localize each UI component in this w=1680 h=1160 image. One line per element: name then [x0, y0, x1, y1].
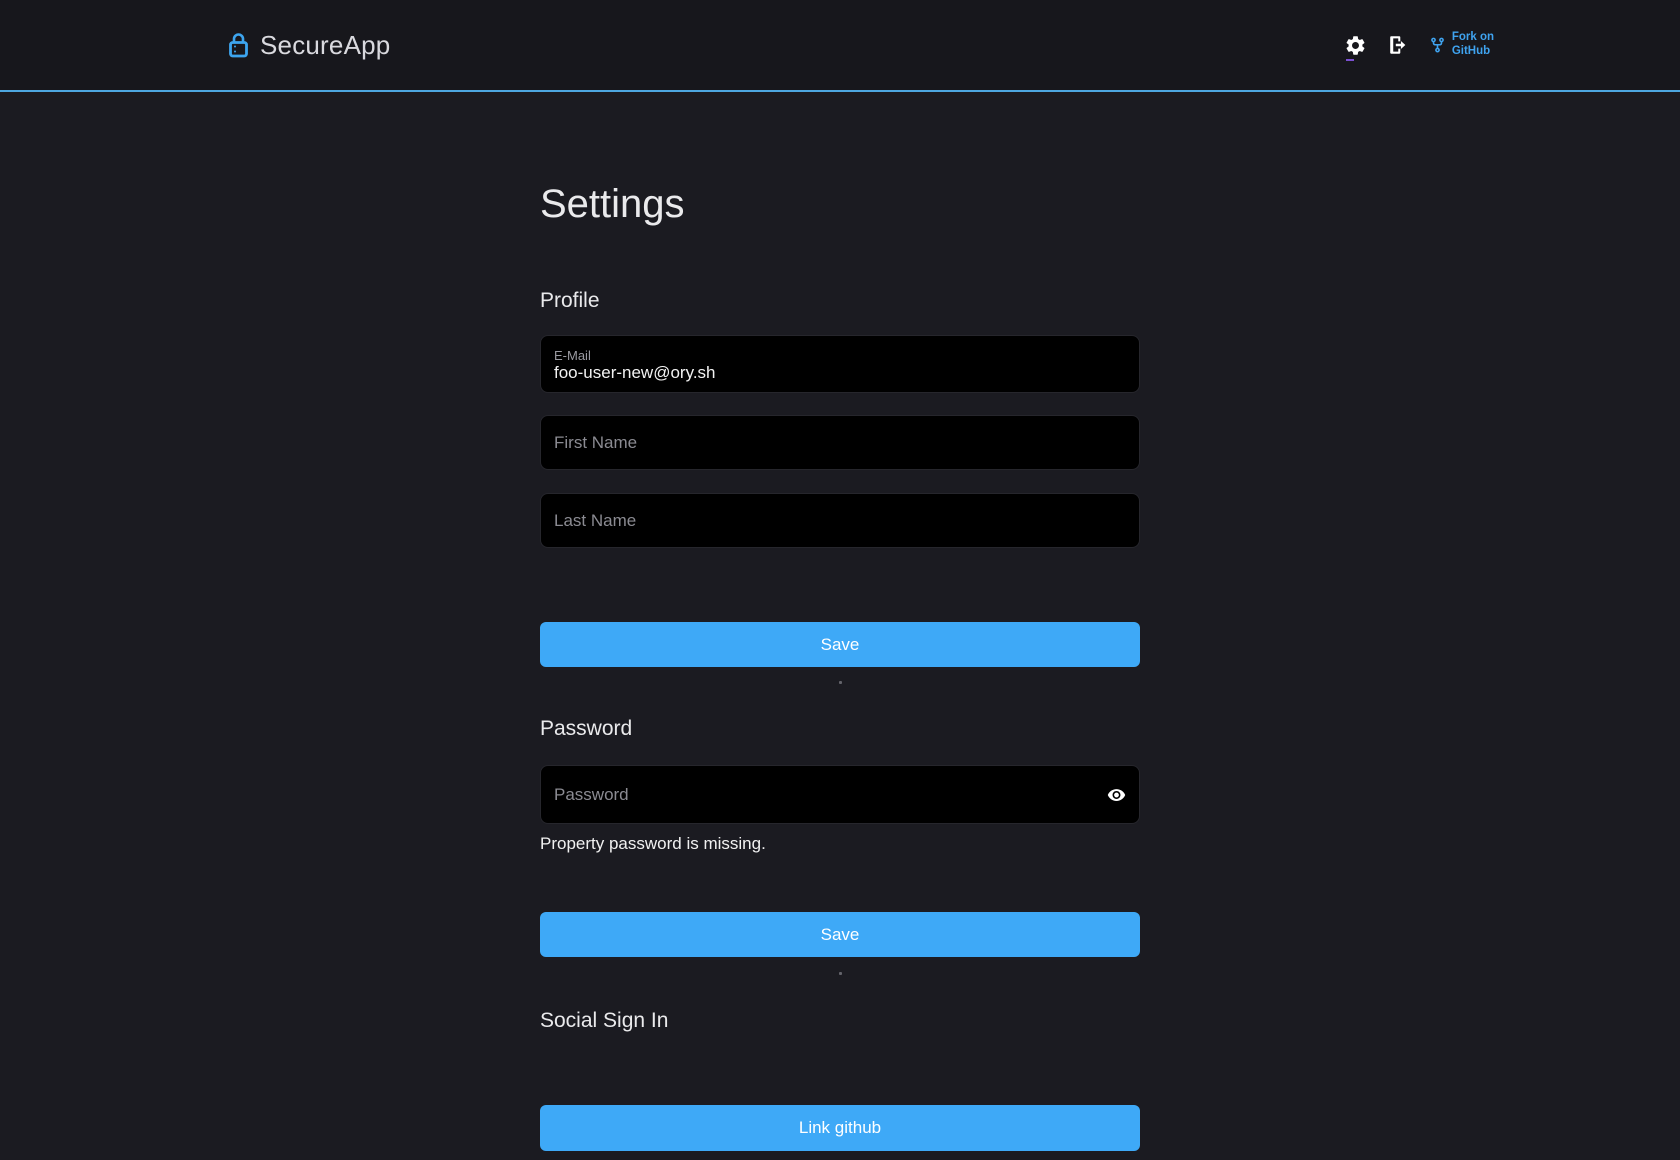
first-name-field [540, 415, 1140, 470]
email-field-label: E-Mail [554, 348, 1126, 363]
social-sign-in-heading: Social Sign In [540, 1008, 1140, 1034]
fork-on-github-link[interactable]: Fork on GitHub [1429, 31, 1494, 58]
profile-heading: Profile [540, 288, 1140, 314]
git-fork-icon [1429, 34, 1446, 56]
dot-indicator [839, 972, 842, 975]
gear-icon [1344, 34, 1367, 57]
first-name-input[interactable] [554, 433, 1126, 453]
brand-title: SecureApp [260, 30, 390, 61]
fork-link-label: Fork on GitHub [1452, 31, 1494, 58]
logout-button[interactable] [1387, 34, 1409, 56]
password-field [540, 765, 1140, 824]
logout-icon [1387, 34, 1409, 56]
email-input[interactable] [554, 363, 1126, 383]
password-heading: Password [540, 716, 1140, 742]
settings-gear-button[interactable] [1344, 34, 1367, 57]
dot-indicator [839, 681, 842, 684]
social-sign-in-section: Social Sign In Link github [540, 1008, 1140, 1151]
link-github-button[interactable]: Link github [540, 1105, 1140, 1151]
gear-active-indicator [1346, 59, 1354, 61]
settings-page: Settings Profile E-Mail Save Password [540, 180, 1140, 1151]
page-title: Settings [540, 180, 1140, 228]
profile-save-button[interactable]: Save [540, 622, 1140, 667]
password-section: Password Property password is missing. S… [540, 716, 1140, 975]
navbar-actions: Fork on GitHub [1344, 31, 1494, 58]
profile-section: Profile E-Mail Save [540, 288, 1140, 684]
brand: SecureApp [228, 30, 390, 61]
password-error-message: Property password is missing. [540, 834, 1140, 854]
password-input[interactable] [554, 785, 1126, 805]
toggle-password-visibility-button[interactable] [1107, 785, 1126, 804]
last-name-input[interactable] [554, 511, 1126, 531]
eye-icon [1107, 785, 1126, 804]
email-field: E-Mail [540, 335, 1140, 393]
password-save-button[interactable]: Save [540, 912, 1140, 957]
lock-icon [228, 32, 249, 59]
last-name-field [540, 493, 1140, 548]
navbar: SecureApp [0, 0, 1680, 92]
